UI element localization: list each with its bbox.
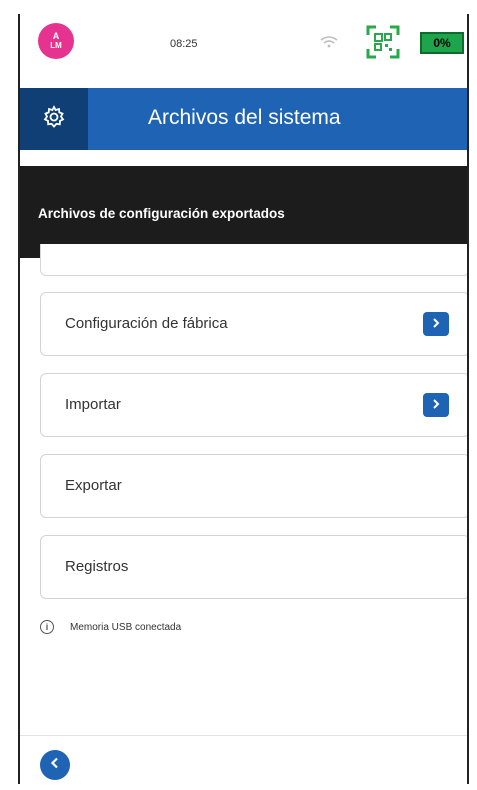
- page-title: Archivos del sistema: [148, 106, 341, 129]
- device-screen: A LM 08:25 0% Archivos del sistema Archi…: [18, 14, 469, 784]
- settings-button[interactable]: [20, 88, 88, 150]
- chevron-right-button[interactable]: [423, 312, 449, 336]
- chevron-left-icon: [49, 756, 61, 774]
- footer-divider: [20, 735, 467, 736]
- banner-text: Archivos de configuración exportados: [38, 206, 285, 221]
- chevron-right-icon: [431, 396, 441, 414]
- gear-icon: [42, 104, 66, 134]
- battery-indicator: 0%: [420, 32, 464, 54]
- menu-item-import[interactable]: Importar: [40, 373, 467, 437]
- menu-item-label: Registros: [65, 558, 129, 575]
- back-button[interactable]: [40, 750, 70, 780]
- usb-status-text: Memoria USB conectada: [70, 621, 182, 633]
- chevron-right-button[interactable]: [423, 393, 449, 417]
- menu-item-label: Importar: [65, 396, 121, 413]
- qr-code-icon[interactable]: [366, 25, 400, 59]
- menu-item-factory-settings[interactable]: Configuración de fábrica: [40, 292, 467, 356]
- menu-item-export[interactable]: Exportar: [40, 454, 467, 518]
- chevron-right-icon: [431, 315, 441, 333]
- info-icon: i: [40, 620, 54, 634]
- menu-item-label: Configuración de fábrica: [65, 315, 228, 332]
- avatar[interactable]: A LM: [38, 23, 74, 59]
- avatar-initial-top: A: [52, 31, 60, 41]
- clock-time: 08:25: [170, 38, 198, 50]
- battery-percent: 0%: [433, 36, 451, 50]
- list-item-hidden[interactable]: [40, 244, 467, 276]
- app-header: Archivos del sistema: [20, 88, 467, 150]
- menu-item-logs[interactable]: Registros: [40, 535, 467, 599]
- wifi-off-icon: [320, 36, 338, 51]
- usb-status: i Memoria USB conectada: [40, 620, 181, 634]
- status-bar: A LM 08:25 0%: [20, 14, 467, 72]
- avatar-initials: LM: [50, 41, 62, 50]
- menu-item-label: Exportar: [65, 477, 122, 494]
